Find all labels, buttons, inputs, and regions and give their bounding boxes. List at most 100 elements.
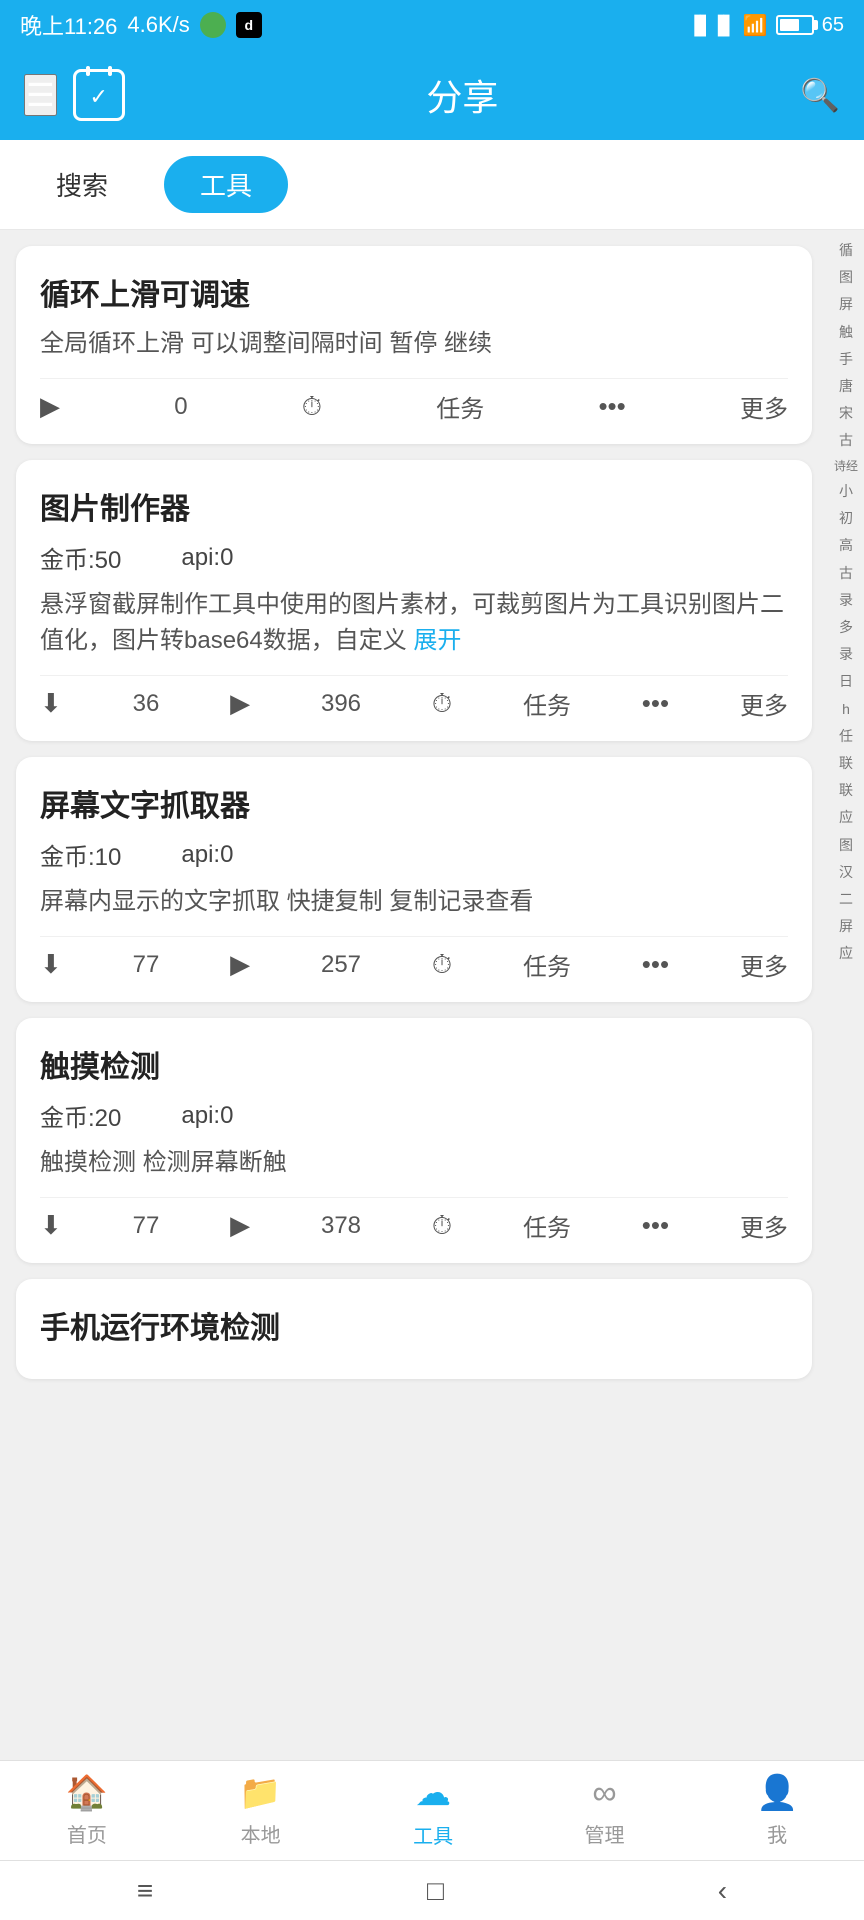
card-2-coins-row: 金币:50 api:0 bbox=[40, 540, 788, 575]
side-index-多[interactable]: 多 bbox=[828, 615, 864, 640]
side-index-唐[interactable]: 唐 bbox=[828, 374, 864, 399]
nav-local-label: 本地 bbox=[241, 1819, 281, 1848]
side-index-图[interactable]: 图 bbox=[828, 265, 864, 290]
card-2-timer[interactable]: ⏱ bbox=[432, 688, 452, 720]
side-index-屏2[interactable]: 屏 bbox=[828, 914, 864, 939]
tab-tools[interactable]: 工具 bbox=[164, 156, 288, 213]
card-4-play-count: 378 bbox=[321, 1212, 361, 1240]
side-index-联2[interactable]: 联 bbox=[828, 778, 864, 803]
side-index-循[interactable]: 循 bbox=[828, 238, 864, 263]
card-3-play[interactable]: ▶ bbox=[230, 949, 250, 980]
side-index-录[interactable]: 录 bbox=[828, 588, 864, 613]
nav-manage-label: 管理 bbox=[585, 1819, 625, 1848]
card-2-expand[interactable]: 展开 bbox=[413, 627, 461, 654]
side-index-手[interactable]: 手 bbox=[828, 347, 864, 372]
card-4-desc: 触摸检测 检测屏幕断触 bbox=[40, 1145, 788, 1181]
card-4-actions: ⬇ 77 ▶ 378 ⏱ 任务 ••• 更多 bbox=[40, 1197, 788, 1243]
card-2-more[interactable]: ••• bbox=[642, 688, 669, 719]
card-1-more-label: 更多 bbox=[740, 389, 788, 424]
card-4-download[interactable]: ⬇ bbox=[40, 1210, 62, 1241]
sys-nav-menu[interactable]: ≡ bbox=[107, 1867, 183, 1915]
calendar-icon[interactable]: ✓ bbox=[73, 69, 125, 121]
card-4-timer[interactable]: ⏱ bbox=[432, 1210, 452, 1242]
side-index-诗经[interactable]: 诗经 bbox=[828, 456, 864, 478]
side-index-h[interactable]: h bbox=[828, 697, 864, 722]
status-tiktok: d bbox=[236, 12, 262, 38]
status-app-green bbox=[200, 12, 226, 38]
side-index-宋[interactable]: 宋 bbox=[828, 401, 864, 426]
card-4-more[interactable]: ••• bbox=[642, 1210, 669, 1241]
card-2-more-label: 更多 bbox=[740, 686, 788, 721]
card-3-task[interactable]: 任务 bbox=[523, 947, 571, 982]
side-index-二[interactable]: 二 bbox=[828, 887, 864, 912]
play-icon-4: ▶ bbox=[230, 1210, 250, 1241]
card-1-timer[interactable]: ⏱ bbox=[302, 391, 322, 423]
side-index-古2[interactable]: 古 bbox=[828, 561, 864, 586]
side-index-应2[interactable]: 应 bbox=[828, 941, 864, 966]
side-index-日[interactable]: 日 bbox=[828, 669, 864, 694]
nav-tools[interactable]: ☁ 工具 bbox=[393, 1764, 473, 1857]
card-4-play[interactable]: ▶ bbox=[230, 1210, 250, 1241]
card-1-more[interactable]: ••• bbox=[598, 391, 625, 422]
cal-check-icon: ✓ bbox=[89, 84, 107, 110]
timer-icon-4: ⏱ bbox=[432, 1210, 452, 1242]
status-bar: 晚上11:26 4.6K/s d ▐▌▐▌ 📶 65 bbox=[0, 0, 864, 50]
side-index-任[interactable]: 任 bbox=[828, 724, 864, 749]
card-2-play[interactable]: ▶ bbox=[230, 688, 250, 719]
status-right: ▐▌▐▌ 📶 65 bbox=[688, 13, 844, 38]
card-3-more-btn[interactable]: 更多 bbox=[740, 947, 788, 982]
side-index-古[interactable]: 古 bbox=[828, 428, 864, 453]
menu-button[interactable]: ☰ bbox=[24, 74, 57, 116]
card-4-more-btn[interactable]: 更多 bbox=[740, 1208, 788, 1243]
header: ☰ ✓ 分享 🔍 bbox=[0, 50, 864, 140]
card-3-play-count: 257 bbox=[321, 951, 361, 979]
nav-manage[interactable]: ∞ 管理 bbox=[565, 1766, 645, 1856]
card-4-task[interactable]: 任务 bbox=[523, 1208, 571, 1243]
card-3-coins: 金币:10 bbox=[40, 837, 121, 872]
side-index-屏[interactable]: 屏 bbox=[828, 292, 864, 317]
play-icon: ▶ bbox=[40, 391, 60, 422]
side-index-触[interactable]: 触 bbox=[828, 320, 864, 345]
card-2-desc: 悬浮窗截屏制作工具中使用的图片素材，可裁剪图片为工具识别图片二值化，图片转bas… bbox=[40, 587, 788, 659]
sys-nav-back[interactable]: ‹ bbox=[688, 1867, 757, 1915]
card-2-title: 图片制作器 bbox=[40, 484, 788, 528]
side-index: 循 图 屏 触 手 唐 宋 古 诗经 小 初 高 古 录 多 录 日 h 任 联… bbox=[828, 230, 864, 1575]
card-1-task-label: 任务 bbox=[436, 389, 484, 424]
side-index-图2[interactable]: 图 bbox=[828, 833, 864, 858]
play-icon-3: ▶ bbox=[230, 949, 250, 980]
card-1-task[interactable]: 任务 bbox=[436, 389, 484, 424]
side-index-应[interactable]: 应 bbox=[828, 805, 864, 830]
nav-me[interactable]: 👤 我 bbox=[736, 1765, 818, 1856]
card-2-task[interactable]: 任务 bbox=[523, 686, 571, 721]
sys-nav-home[interactable]: □ bbox=[397, 1867, 474, 1915]
download-icon-4: ⬇ bbox=[40, 1210, 62, 1241]
card-1-more-btn[interactable]: 更多 bbox=[740, 389, 788, 424]
timer-icon-3: ⏱ bbox=[432, 949, 452, 981]
tab-search[interactable]: 搜索 bbox=[20, 156, 144, 213]
side-index-高[interactable]: 高 bbox=[828, 533, 864, 558]
card-2-task-label: 任务 bbox=[523, 686, 571, 721]
side-index-录2[interactable]: 录 bbox=[828, 642, 864, 667]
card-2-api: api:0 bbox=[181, 544, 233, 572]
card-3: 屏幕文字抓取器 金币:10 api:0 屏幕内显示的文字抓取 快捷复制 复制记录… bbox=[16, 757, 812, 1002]
header-left: ☰ ✓ bbox=[24, 69, 125, 121]
side-index-联[interactable]: 联 bbox=[828, 751, 864, 776]
side-index-小[interactable]: 小 bbox=[828, 479, 864, 504]
card-4-coins: 金币:20 bbox=[40, 1098, 121, 1133]
card-2-download[interactable]: ⬇ bbox=[40, 688, 62, 719]
status-left: 晚上11:26 4.6K/s d bbox=[20, 9, 262, 41]
bottom-nav: 🏠 首页 📁 本地 ☁ 工具 ∞ 管理 👤 我 bbox=[0, 1760, 864, 1860]
side-index-汉[interactable]: 汉 bbox=[828, 860, 864, 885]
card-1-play[interactable]: ▶ bbox=[40, 391, 60, 422]
more-icon: ••• bbox=[598, 391, 625, 422]
nav-home[interactable]: 🏠 首页 bbox=[46, 1765, 128, 1856]
card-1-desc: 全局循环上滑 可以调整间隔时间 暂停 继续 bbox=[40, 326, 788, 362]
search-button[interactable]: 🔍 bbox=[800, 76, 840, 114]
side-index-初[interactable]: 初 bbox=[828, 506, 864, 531]
card-2-more-btn[interactable]: 更多 bbox=[740, 686, 788, 721]
card-3-timer[interactable]: ⏱ bbox=[432, 949, 452, 981]
card-3-more[interactable]: ••• bbox=[642, 949, 669, 980]
nav-local[interactable]: 📁 本地 bbox=[219, 1765, 301, 1856]
status-speed: 4.6K/s bbox=[127, 12, 189, 38]
card-3-download[interactable]: ⬇ bbox=[40, 949, 62, 980]
